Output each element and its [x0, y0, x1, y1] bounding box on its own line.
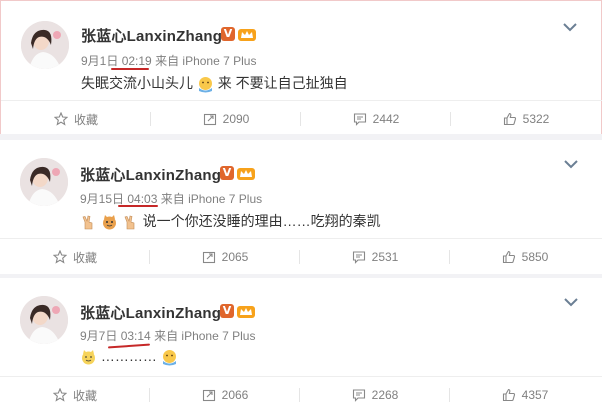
star-icon [52, 250, 67, 264]
post-source[interactable]: 来自 iPhone 7 Plus [154, 329, 255, 343]
chevron-down-icon[interactable] [563, 23, 577, 32]
avatar-photo [21, 21, 69, 69]
verified-v-icon: V [221, 27, 235, 41]
favorite-label: 收藏 [72, 250, 97, 265]
comment-button[interactable]: 2268 [300, 377, 450, 413]
like-count: 5850 [521, 250, 549, 264]
like-count: 4357 [521, 388, 549, 402]
post-date[interactable]: 9月7日 [80, 329, 117, 343]
post-date[interactable]: 9月1日 [81, 54, 118, 68]
username[interactable]: 张蓝心LanxinZhang [81, 25, 222, 46]
post-text-part: 失眠交流小山头儿 [81, 75, 193, 91]
username[interactable]: 张蓝心LanxinZhang [80, 164, 221, 185]
repost-button[interactable]: 2066 [150, 377, 300, 413]
weibo-post: 张蓝心LanxinZhang V 9月1日 02:19 来自 iPhone 7 … [0, 0, 602, 140]
weibo-post: 张蓝心LanxinZhang V 9月15日 04:03 来自 iPhone 7… [0, 140, 602, 278]
avatar-photo [20, 296, 68, 344]
post-time[interactable]: 03:14 [121, 329, 151, 343]
avatar[interactable] [20, 158, 68, 206]
repost-button[interactable]: 2065 [150, 239, 300, 275]
emoji-icon [102, 214, 116, 230]
favorite-button[interactable]: 收藏 [0, 377, 150, 413]
weibo-post: 张蓝心LanxinZhang V 9月7日 03:14 来自 iPhone 7 … [0, 278, 602, 415]
thumbs-up-icon [503, 112, 516, 126]
emoji-icon [82, 215, 93, 230]
comment-button[interactable]: 2442 [301, 101, 451, 137]
repost-button[interactable]: 2090 [151, 101, 301, 137]
repost-icon [203, 113, 216, 126]
action-bar: 收藏 2090 2442 5322 [1, 101, 602, 137]
post-text-part: ………… [100, 348, 157, 364]
red-underline [111, 68, 149, 70]
favorite-button[interactable]: 收藏 [1, 101, 151, 137]
comment-button[interactable]: 2531 [300, 239, 450, 275]
red-underline [118, 205, 158, 207]
like-count: 5322 [522, 112, 550, 126]
repost-icon [202, 389, 215, 402]
comment-count: 2531 [371, 250, 399, 264]
post-text: 说一个你还没睡的理由……吃翔的秦凯 [80, 211, 381, 231]
vip-crown-icon[interactable] [236, 165, 256, 181]
post-source[interactable]: 来自 iPhone 7 Plus [155, 54, 256, 68]
vip-crown-icon[interactable] [236, 303, 256, 319]
post-time[interactable]: 04:03 [127, 192, 157, 206]
avatar-photo [20, 158, 68, 206]
chevron-down-icon[interactable] [564, 160, 578, 169]
verified-v-icon: V [220, 166, 234, 180]
favorite-label: 收藏 [72, 388, 97, 403]
comment-icon [353, 113, 366, 126]
repost-icon [202, 251, 215, 264]
repost-count: 2090 [222, 112, 250, 126]
thumbs-up-icon [502, 388, 515, 402]
post-text-part: 来 不要让自己扯独自 [217, 75, 348, 91]
vip-crown-icon[interactable] [237, 26, 257, 42]
repost-count: 2065 [221, 250, 249, 264]
username[interactable]: 张蓝心LanxinZhang [80, 302, 221, 323]
action-bar: 收藏 2065 2531 5850 [0, 239, 602, 275]
avatar[interactable] [21, 21, 69, 69]
post-meta: 9月1日 02:19 来自 iPhone 7 Plus [81, 52, 256, 69]
like-button[interactable]: 4357 [450, 377, 600, 413]
post-source[interactable]: 来自 iPhone 7 Plus [161, 192, 262, 206]
avatar[interactable] [20, 296, 68, 344]
emoji-icon [124, 215, 135, 230]
emoji-icon [82, 349, 95, 365]
thumbs-up-icon [502, 250, 515, 264]
star-icon [53, 112, 68, 126]
like-button[interactable]: 5322 [451, 101, 601, 137]
comment-count: 2442 [372, 112, 400, 126]
post-meta: 9月7日 03:14 来自 iPhone 7 Plus [80, 327, 255, 344]
star-icon [52, 388, 67, 402]
post-text: 失眠交流小山头儿 来 不要让自己扯独自 [81, 73, 348, 93]
emoji-icon [162, 349, 176, 366]
post-text: ………… [80, 348, 178, 366]
chevron-down-icon[interactable] [564, 298, 578, 307]
comment-count: 2268 [371, 388, 399, 402]
post-text-part: 说一个你还没睡的理由……吃翔的秦凯 [142, 213, 381, 229]
action-bar: 收藏 2066 2268 4357 [0, 377, 602, 413]
emoji-icon [198, 76, 212, 93]
verified-v-icon: V [220, 304, 234, 318]
post-date[interactable]: 9月15日 [80, 192, 124, 206]
like-button[interactable]: 5850 [450, 239, 600, 275]
favorite-label: 收藏 [73, 112, 98, 127]
post-time[interactable]: 02:19 [122, 54, 152, 68]
post-meta: 9月15日 04:03 来自 iPhone 7 Plus [80, 190, 262, 207]
favorite-button[interactable]: 收藏 [0, 239, 150, 275]
comment-icon [352, 389, 365, 402]
comment-icon [352, 251, 365, 264]
repost-count: 2066 [221, 388, 249, 402]
